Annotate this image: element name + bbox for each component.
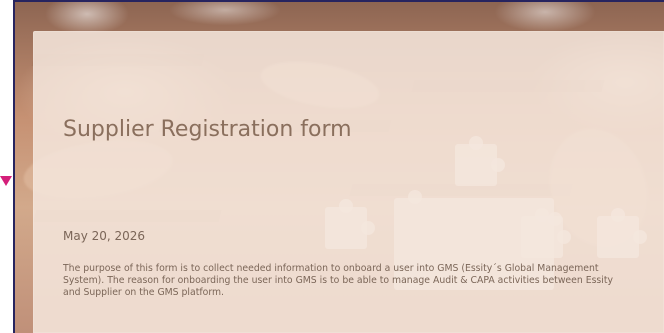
left-gutter bbox=[0, 0, 14, 333]
triangle-down-icon bbox=[0, 176, 12, 186]
form-date: May 20, 2026 bbox=[63, 229, 146, 243]
form-description: The purpose of this form is to collect n… bbox=[63, 263, 614, 298]
page-title: Supplier Registration form bbox=[63, 117, 352, 142]
form-header-screenshot: Supplier Registration form May 20, 2026 … bbox=[0, 0, 664, 333]
left-border-line bbox=[13, 0, 15, 333]
top-border-line bbox=[13, 0, 664, 2]
